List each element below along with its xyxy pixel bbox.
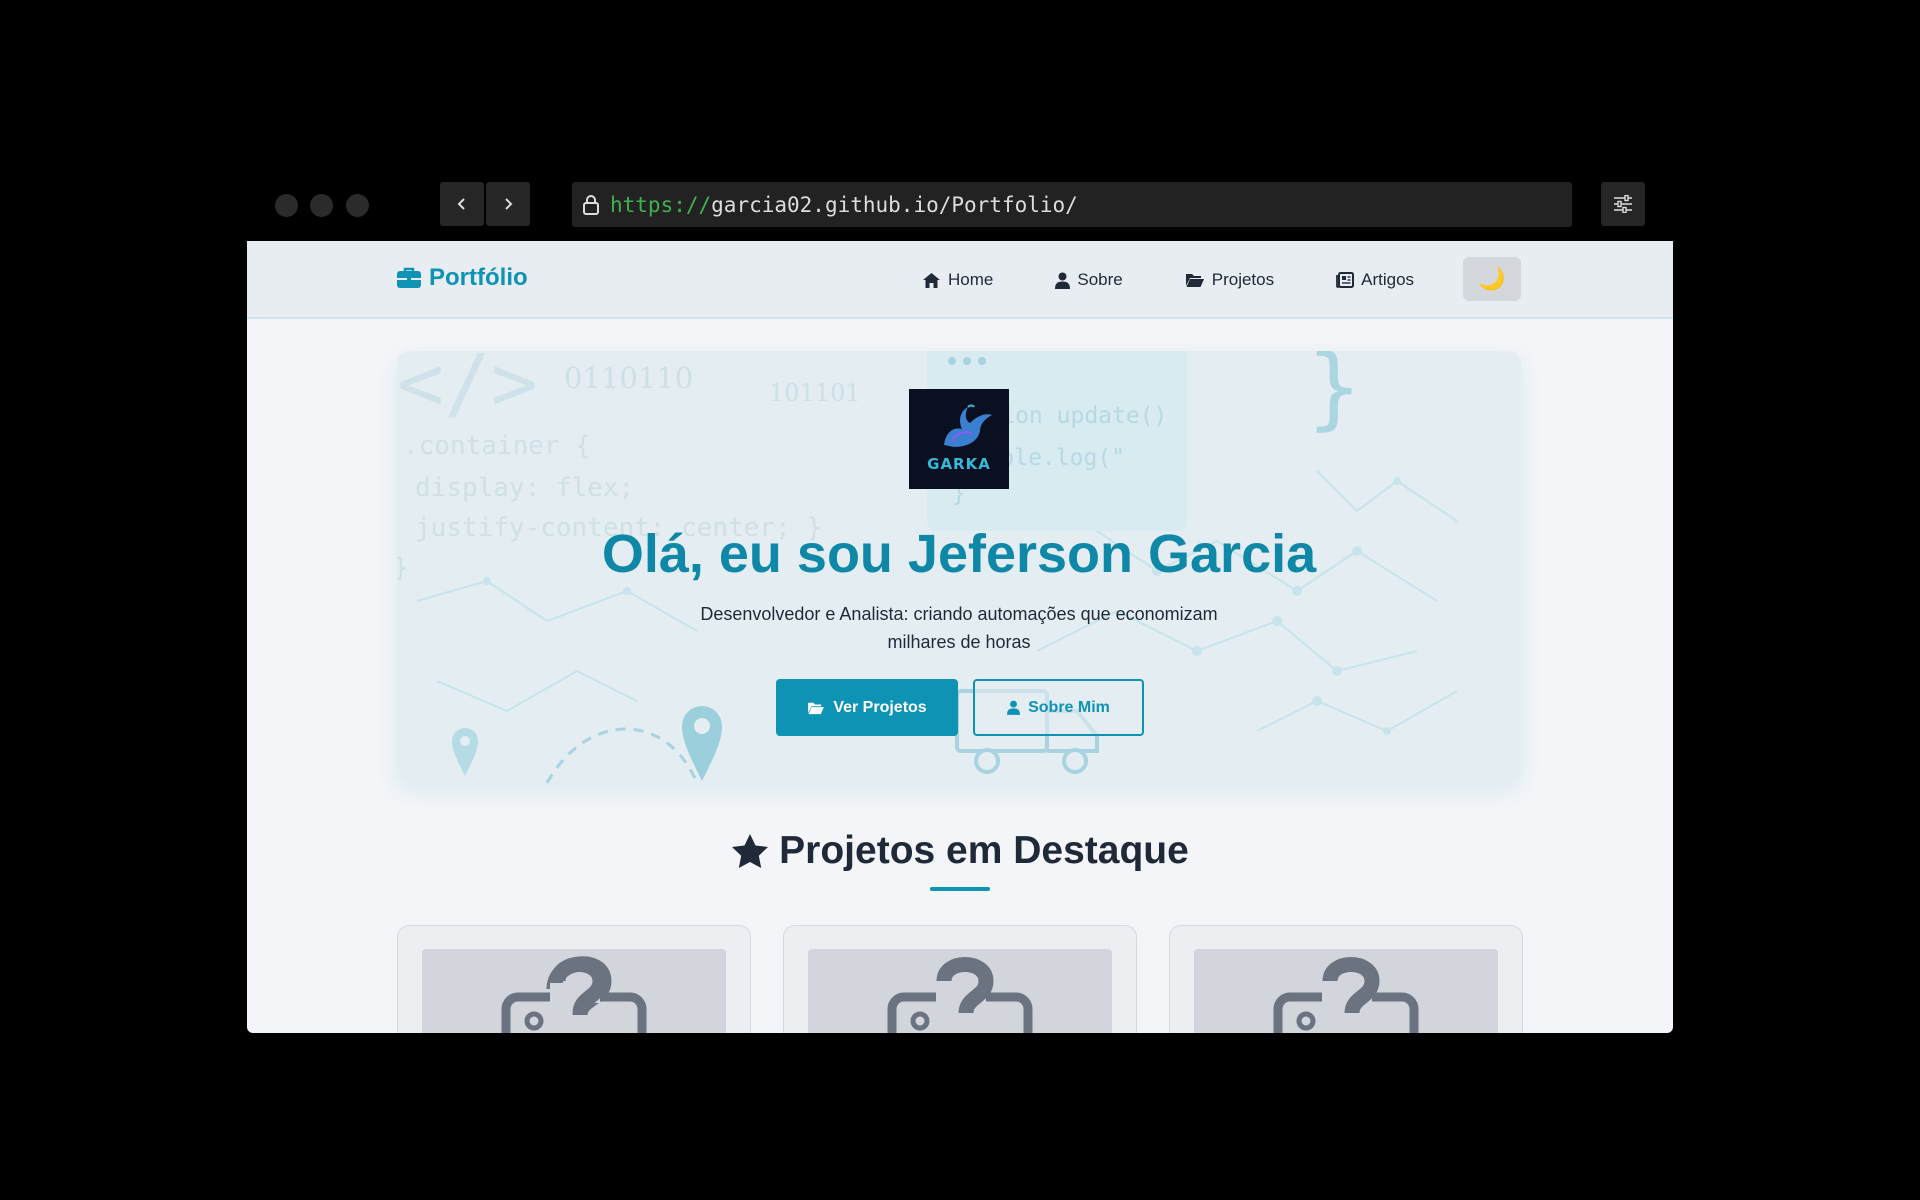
bg-code-brace: } (1307, 351, 1362, 440)
nav-item-label: Projetos (1211, 270, 1275, 289)
button-label: Ver Projetos (833, 698, 927, 716)
url-scheme: https:// (610, 192, 712, 217)
hero-subtitle: Desenvolvedor e Analista: criando automa… (700, 604, 1218, 652)
project-card[interactable] (783, 925, 1137, 1033)
user-icon (1007, 700, 1021, 715)
bg-code-css-1: .container { (403, 431, 591, 461)
featured-section-title: Projetos em Destaque (247, 829, 1673, 873)
image-placeholder-icon (887, 957, 1033, 1033)
address-bar[interactable]: https://garcia02.github.io/Portfolio/ (572, 182, 1572, 227)
button-label: Sobre Mim (1028, 698, 1110, 716)
hero-section: </> 0110110 101101 .container { display:… (397, 351, 1521, 783)
hero-title: Olá, eu sou Jeferson Garcia (601, 524, 1317, 584)
chevron-left-icon (457, 198, 465, 210)
section-title-label: Projetos em Destaque (779, 829, 1189, 872)
url-path: garcia02.github.io/Portfolio/ (711, 192, 1078, 217)
about-me-button[interactable]: Sobre Mim (973, 679, 1144, 736)
briefcase-icon (397, 267, 421, 288)
newspaper-icon (1336, 272, 1355, 288)
nav-links: Home Sobre Projetos Artigos (922, 241, 1414, 319)
section-underline (930, 887, 990, 891)
back-button[interactable] (440, 182, 484, 226)
window-close-dot[interactable] (275, 194, 298, 217)
bg-code-binary-2: 101101 (769, 379, 861, 407)
bg-code-tag: </> (397, 351, 538, 429)
nav-item-home[interactable]: Home (922, 270, 993, 290)
folder-open-icon (808, 702, 825, 714)
moon-icon: 🌙 (1478, 266, 1506, 291)
nav-item-projetos[interactable]: Projetos (1185, 270, 1274, 290)
site-navbar: Portfólio Home Sobre Projetos Artigos 🌙 (247, 241, 1673, 319)
nav-item-artigos[interactable]: Artigos (1336, 270, 1414, 290)
chevron-right-icon (505, 198, 513, 210)
project-card[interactable] (1169, 925, 1523, 1033)
brand-label: Portfólio (429, 264, 528, 291)
browser-settings-button[interactable] (1601, 182, 1645, 226)
image-placeholder-icon (1273, 957, 1419, 1033)
project-card-image (1194, 949, 1498, 1033)
view-projects-button[interactable]: Ver Projetos (776, 679, 958, 736)
window-minimize-dot[interactable] (310, 194, 333, 217)
project-card[interactable] (397, 925, 751, 1033)
theme-toggle-button[interactable]: 🌙 (1463, 257, 1521, 301)
window-maximize-dot[interactable] (346, 194, 369, 217)
folder-open-icon (1185, 274, 1204, 287)
bg-code-css-2: display: flex; (415, 473, 635, 503)
browser-chrome: https://garcia02.github.io/Portfolio/ (247, 174, 1673, 242)
swan-logo-icon (944, 404, 992, 447)
avatar: GARKA (909, 389, 1009, 489)
star-icon (732, 834, 769, 868)
forward-button[interactable] (486, 182, 530, 226)
project-card-image (808, 949, 1112, 1033)
bg-code-binary-1: 0110110 (564, 361, 694, 395)
nav-item-label: Artigos (1361, 270, 1415, 289)
sliders-icon (1614, 195, 1632, 213)
image-placeholder-icon (501, 956, 647, 1033)
page-viewport: Portfólio Home Sobre Projetos Artigos 🌙 (247, 241, 1673, 1033)
project-card-image (422, 949, 726, 1033)
lock-icon (582, 194, 600, 216)
brand-link[interactable]: Portfólio (397, 264, 528, 292)
user-icon (1055, 272, 1071, 289)
nav-item-label: Home (948, 270, 994, 289)
avatar-text: GARKA (927, 455, 991, 473)
home-icon (923, 272, 940, 288)
nav-item-sobre[interactable]: Sobre (1055, 270, 1123, 290)
nav-item-label: Sobre (1077, 270, 1123, 289)
